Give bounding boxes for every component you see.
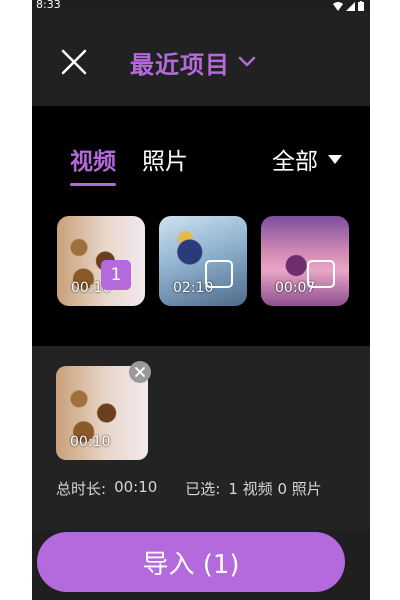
close-icon (61, 49, 87, 75)
filter-label: 全部 (272, 149, 318, 175)
close-button[interactable] (56, 44, 92, 80)
selected-count-label: 已选: (185, 480, 221, 498)
header-bar: 最近项目 (32, 14, 370, 106)
selected-tray: 00:10 总时长: 00:10 已选: 1 视频 0 照片 (32, 346, 370, 530)
media-picker-screen: 8:33 最近项目 视频 照片 全部 00:10 1 02:10 00:07 0… (32, 0, 370, 600)
selected-media-duration: 00:10 (70, 434, 111, 450)
status-bar: 8:33 (32, 0, 370, 14)
media-item[interactable]: 00:07 (261, 216, 349, 306)
status-icons (333, 1, 364, 11)
filter-dropdown[interactable]: 全部 (272, 142, 342, 176)
battery-icon (358, 1, 364, 11)
selection-index-badge[interactable]: 1 (101, 260, 131, 290)
select-checkbox[interactable] (307, 260, 335, 288)
media-gallery: 视频 照片 全部 00:10 1 02:10 00:07 (32, 106, 370, 346)
selected-count-value: 1 视频 0 照片 (228, 480, 322, 498)
chevron-down-icon (238, 56, 256, 67)
selection-summary: 总时长: 00:10 已选: 1 视频 0 照片 (56, 478, 322, 499)
close-icon (135, 367, 145, 377)
total-duration-value: 00:10 (114, 478, 158, 496)
media-grid: 00:10 1 02:10 00:07 (57, 216, 349, 306)
import-button[interactable]: 导入 (1) (37, 532, 345, 592)
status-time: 8:33 (36, 0, 61, 11)
wifi-icon (333, 1, 343, 11)
media-item[interactable]: 02:10 (159, 216, 247, 306)
media-type-tabs: 视频 照片 (70, 142, 188, 186)
album-title: 最近项目 (130, 50, 230, 79)
tab-photos[interactable]: 照片 (142, 142, 188, 186)
select-checkbox[interactable] (205, 260, 233, 288)
album-selector[interactable]: 最近项目 (130, 44, 256, 80)
media-item[interactable]: 00:10 1 (57, 216, 145, 306)
remove-selected-button[interactable] (129, 361, 151, 383)
tab-videos[interactable]: 视频 (70, 142, 116, 186)
caret-down-icon (328, 154, 342, 164)
signal-icon (346, 1, 355, 11)
total-duration-label: 总时长: (56, 480, 107, 498)
